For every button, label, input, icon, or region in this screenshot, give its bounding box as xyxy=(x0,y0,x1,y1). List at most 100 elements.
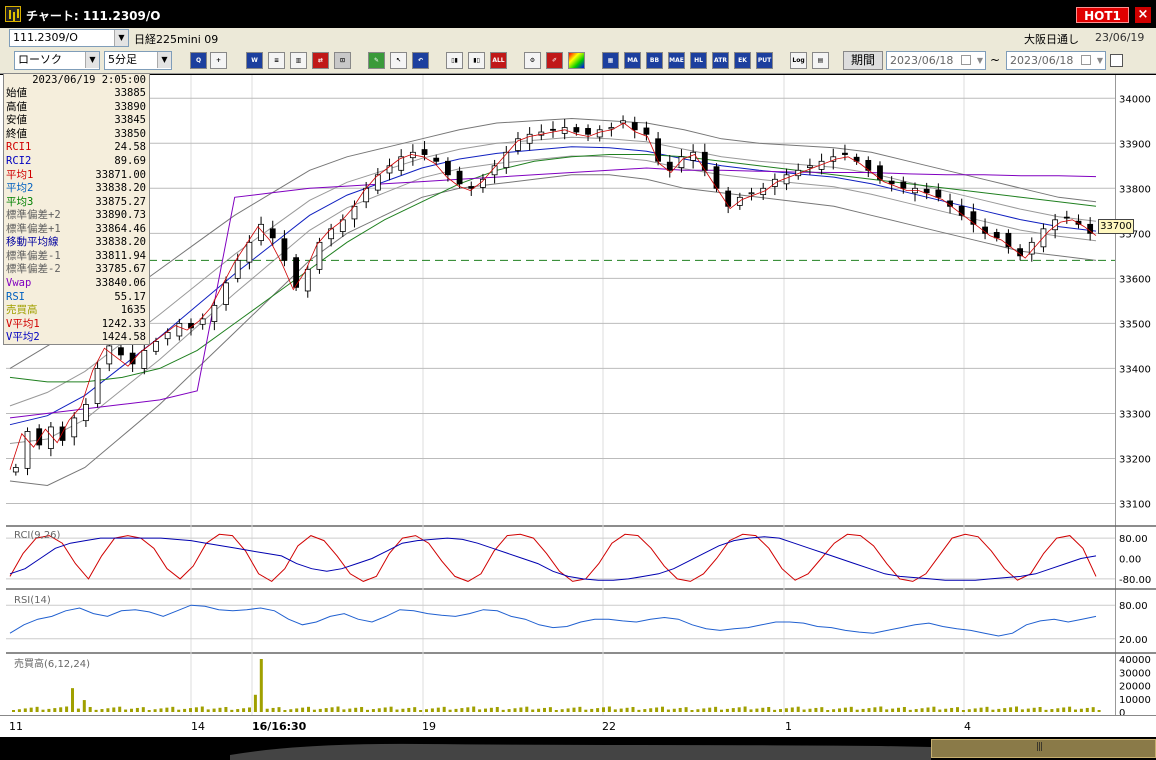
hot-button[interactable]: HOT1 xyxy=(1076,7,1129,23)
info-row: 終値 33850 xyxy=(4,128,149,142)
chevron-down-icon[interactable]: ▼ xyxy=(1097,52,1103,69)
chart-type-select[interactable]: ローソク ▼ xyxy=(14,51,100,70)
date-to-value: 2023/06/18 xyxy=(1010,54,1074,67)
date-tick-label: 4 xyxy=(964,720,971,733)
volume-bar xyxy=(94,709,98,712)
info-value: 33871.00 xyxy=(95,168,146,181)
volume-bar xyxy=(371,709,375,712)
export-button[interactable]: ▤ xyxy=(812,52,829,69)
log-button[interactable]: Log xyxy=(790,52,807,69)
atr-button[interactable]: ATR xyxy=(712,52,729,69)
volume-bar xyxy=(855,709,859,712)
header-date: 23/06/19 xyxy=(1095,31,1145,44)
mae-button[interactable]: MAE xyxy=(668,52,685,69)
rci-tick-label: 80.00 xyxy=(1119,534,1148,545)
volume-bar xyxy=(501,709,505,712)
tool-button[interactable]: ⚙ xyxy=(524,52,541,69)
chart-svg[interactable]: 33100 33200 33300 33400 33500 33600 33700 33800… xyxy=(6,75,1156,715)
all-button[interactable]: ALL xyxy=(490,52,507,69)
color-button[interactable] xyxy=(568,52,585,69)
volume-bar xyxy=(696,709,700,712)
draw-button[interactable]: ≡ xyxy=(268,52,285,69)
volume-bar xyxy=(578,706,582,712)
bar-button[interactable]: ▥ xyxy=(290,52,307,69)
rsi-tick-label: 20.00 xyxy=(1119,635,1148,646)
candle-body xyxy=(234,259,241,279)
arrow-button[interactable]: ↖ xyxy=(390,52,407,69)
volume-bar xyxy=(141,707,145,712)
close-button[interactable]: × xyxy=(1135,7,1151,23)
volume-bar xyxy=(973,708,977,712)
info-key: 標準偏差-1 xyxy=(6,249,61,262)
candle-body xyxy=(1063,216,1070,219)
symbol-select[interactable]: 111.2309/O ▼ xyxy=(9,29,129,47)
volume-bar xyxy=(76,708,80,712)
volume-bar xyxy=(773,709,777,712)
candle-body xyxy=(608,127,615,130)
volume-bar xyxy=(354,707,358,712)
hl-button[interactable]: HL xyxy=(690,52,707,69)
candle-body xyxy=(456,170,463,185)
calendar-icon[interactable] xyxy=(1081,55,1091,65)
scrollbar-thumb[interactable] xyxy=(931,739,1156,758)
candle-body xyxy=(468,186,475,189)
bb-upper2-line xyxy=(9,117,1097,369)
volume-tick-label: 20000 xyxy=(1119,682,1151,693)
volume-bar xyxy=(1056,708,1060,712)
chart-scrollbar[interactable] xyxy=(0,737,1156,760)
volume-bar xyxy=(436,707,440,712)
volume-bar xyxy=(171,706,175,712)
candle-body xyxy=(211,304,218,322)
bb-button[interactable]: BB xyxy=(646,52,663,69)
brush-button[interactable]: ✐ xyxy=(546,52,563,69)
symbol-value: 111.2309/O xyxy=(13,31,78,44)
zoom-button[interactable]: Q xyxy=(190,52,207,69)
date-from-field[interactable]: 2023/06/18 ▼ xyxy=(886,51,986,70)
volume-bar xyxy=(779,709,782,712)
put-button[interactable]: PUT xyxy=(756,52,773,69)
date-to-field[interactable]: 2023/06/18 ▼ xyxy=(1006,51,1106,70)
volume-bar xyxy=(200,706,204,712)
info-value: 33840.06 xyxy=(95,276,146,289)
info-key: V平均2 xyxy=(6,331,40,344)
undo-button[interactable]: ↶ xyxy=(412,52,429,69)
date-tick-label: 19 xyxy=(422,720,436,733)
volume-bar xyxy=(324,708,328,712)
interval-select[interactable]: 5分足 ▼ xyxy=(104,51,172,70)
volume-bar xyxy=(702,708,706,712)
volume-bar xyxy=(849,706,853,712)
info-key: 標準偏差+1 xyxy=(6,222,61,235)
period-button[interactable]: 期間 xyxy=(843,51,883,70)
ma-button[interactable]: MA xyxy=(624,52,641,69)
volume-bar xyxy=(330,707,334,712)
volume-bar xyxy=(985,706,989,712)
calendar-icon[interactable] xyxy=(961,55,971,65)
ichimoku-button[interactable]: EK xyxy=(734,52,751,69)
grid-button[interactable]: ▦ xyxy=(602,52,619,69)
pencil-button[interactable]: ✎ xyxy=(368,52,385,69)
candle-body xyxy=(1040,228,1047,248)
volume-bar xyxy=(336,706,340,712)
info-value: 1635 xyxy=(120,304,146,317)
candle-body xyxy=(923,188,930,194)
volume-bar xyxy=(690,710,694,712)
lock-button[interactable]: ⊡ xyxy=(334,52,351,69)
candle2-button[interactable]: ▮▯ xyxy=(468,52,485,69)
price-tick-label: 33900 xyxy=(1119,139,1151,150)
volume-bar xyxy=(130,708,133,712)
trend-button[interactable]: W xyxy=(246,52,263,69)
range-checkbox[interactable] xyxy=(1110,54,1123,67)
volume-bar xyxy=(613,709,617,712)
trade-button[interactable]: ⇄ xyxy=(312,52,329,69)
price-tick-label: 33400 xyxy=(1119,364,1151,375)
volume-bar xyxy=(153,709,157,712)
candle-button[interactable]: ▯▮ xyxy=(446,52,463,69)
volume-bar xyxy=(295,708,299,712)
candle-body xyxy=(771,178,778,187)
candle-body xyxy=(24,431,31,469)
info-value: 33864.46 xyxy=(95,222,146,235)
volume-bar xyxy=(843,707,847,712)
cursor-button[interactable]: + xyxy=(210,52,227,69)
volume-bar xyxy=(425,709,428,712)
chevron-down-icon[interactable]: ▼ xyxy=(977,52,983,69)
